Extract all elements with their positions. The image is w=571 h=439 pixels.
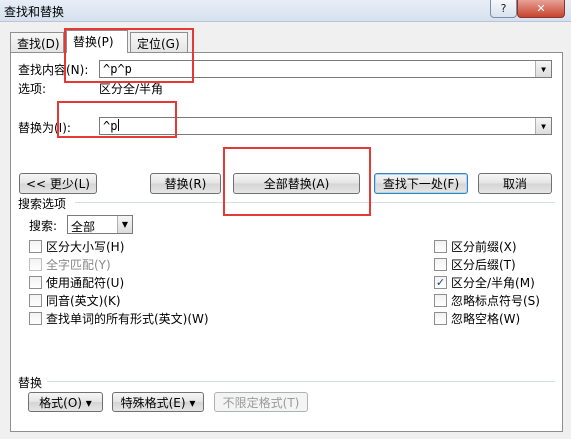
match-suffix-label: 区分后缀(T) xyxy=(451,258,516,272)
search-options-title: 搜索选项 xyxy=(18,197,67,211)
title-bar: 查找和替换 ? ✕ xyxy=(0,0,571,22)
replace-input[interactable]: ^p ▼ xyxy=(99,117,552,135)
replace-section-title: 替换 xyxy=(18,376,43,390)
wildcards-checkbox[interactable] xyxy=(29,276,42,289)
replace-dropdown-arrow-icon[interactable]: ▼ xyxy=(535,118,551,134)
match-width-option[interactable]: ✓ 区分全/半角(M) xyxy=(434,274,535,291)
ignore-space-option[interactable]: 忽略空格(W) xyxy=(434,310,520,327)
match-case-option[interactable]: 区分大小写(H) xyxy=(29,238,124,255)
replace-label: 替换为(I): xyxy=(18,121,71,135)
sounds-like-option[interactable]: 同音(英文)(K) xyxy=(29,292,121,309)
help-button[interactable]: ? xyxy=(490,0,517,18)
find-input[interactable]: ^p^p ▼ xyxy=(99,60,552,78)
match-case-label: 区分大小写(H) xyxy=(46,240,125,254)
window-title: 查找和替换 xyxy=(4,5,65,19)
format-button[interactable]: 格式(O) ▾ xyxy=(28,392,103,412)
match-suffix-checkbox[interactable] xyxy=(434,258,447,271)
ignore-punctuation-label: 忽略标点符号(S) xyxy=(451,294,540,308)
match-prefix-label: 区分前缀(X) xyxy=(451,240,517,254)
replace-all-button[interactable]: 全部替换(A) xyxy=(233,173,360,194)
sounds-like-label: 同音(英文)(K) xyxy=(46,294,121,308)
special-format-button[interactable]: 特殊格式(E) ▾ xyxy=(112,392,204,412)
wildcards-option[interactable]: 使用通配符(U) xyxy=(29,274,124,291)
match-width-label: 区分全/半角(M) xyxy=(451,276,535,290)
match-prefix-checkbox[interactable] xyxy=(434,240,447,253)
search-direction-value: 全部 xyxy=(71,220,96,234)
wildcards-label: 使用通配符(U) xyxy=(46,276,125,290)
find-label: 查找内容(N): xyxy=(18,63,89,77)
replace-button[interactable]: 替换(R) xyxy=(150,173,221,194)
ignore-punctuation-option[interactable]: 忽略标点符号(S) xyxy=(434,292,540,309)
match-width-checkbox[interactable]: ✓ xyxy=(434,276,447,289)
find-input-value: ^p^p xyxy=(103,62,132,76)
cancel-button[interactable]: 取消 xyxy=(478,173,552,194)
tab-find[interactable]: 查找(D) xyxy=(10,32,64,52)
find-next-button[interactable]: 查找下一处(F) xyxy=(374,173,468,194)
ignore-space-label: 忽略空格(W) xyxy=(451,312,521,326)
less-button[interactable]: << 更少(L) xyxy=(19,173,97,194)
whole-word-label: 全字匹配(Y) xyxy=(46,258,111,272)
search-direction-select[interactable]: 全部 ▼ xyxy=(67,215,133,234)
no-formatting-button: 不限定格式(T) xyxy=(214,392,308,412)
search-options-divider xyxy=(75,202,555,203)
text-cursor xyxy=(118,119,120,131)
options-label: 选项: xyxy=(18,82,47,96)
tab-goto[interactable]: 定位(G) xyxy=(130,32,188,52)
replace-section-divider xyxy=(47,381,555,382)
match-suffix-option[interactable]: 区分后缀(T) xyxy=(434,256,516,273)
ignore-punctuation-checkbox[interactable] xyxy=(434,294,447,307)
replace-input-value: ^p xyxy=(103,119,118,133)
ignore-space-checkbox[interactable] xyxy=(434,312,447,325)
whole-word-option: 全字匹配(Y) xyxy=(29,256,111,273)
close-button[interactable]: ✕ xyxy=(517,0,565,18)
match-prefix-option[interactable]: 区分前缀(X) xyxy=(434,238,517,255)
search-direction-label: 搜索: xyxy=(29,219,58,233)
all-word-forms-option[interactable]: 查找单词的所有形式(英文)(W) xyxy=(29,310,209,327)
replace-panel: 查找内容(N): ^p^p ▼ 选项: 区分全/半角 替换为(I): ^p ▼ … xyxy=(10,52,563,432)
search-direction-arrow-icon[interactable]: ▼ xyxy=(117,216,132,233)
all-word-forms-checkbox[interactable] xyxy=(29,312,42,325)
options-value: 区分全/半角 xyxy=(99,82,164,96)
find-dropdown-arrow-icon[interactable]: ▼ xyxy=(535,61,551,77)
sounds-like-checkbox[interactable] xyxy=(29,294,42,307)
whole-word-checkbox xyxy=(29,258,42,271)
tab-replace[interactable]: 替换(P) xyxy=(66,30,128,53)
all-word-forms-label: 查找单词的所有形式(英文)(W) xyxy=(46,312,209,326)
match-case-checkbox[interactable] xyxy=(29,240,42,253)
